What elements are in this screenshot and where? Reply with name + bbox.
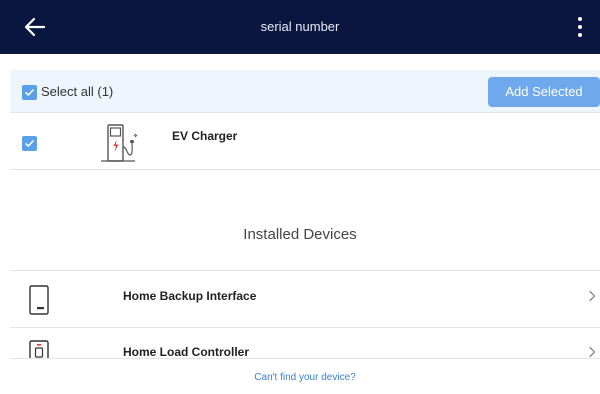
checkmark-icon: [25, 140, 34, 147]
device-name: EV Charger: [172, 129, 238, 143]
chevron-right-icon: [589, 346, 596, 358]
checkmark-icon: [25, 89, 34, 96]
spacer: [0, 54, 600, 70]
installed-device-name: Home Backup Interface: [123, 289, 257, 303]
backup-interface-icon: [29, 285, 49, 315]
ev-charger-icon: [101, 124, 138, 162]
add-selected-button[interactable]: Add Selected: [488, 77, 600, 107]
page-title: serial number: [260, 19, 340, 34]
select-all-bar: Select all (1) Add Selected: [10, 70, 600, 113]
select-all-label[interactable]: Select all (1): [41, 70, 113, 113]
section-title: Installed Devices: [243, 226, 357, 243]
footer: Can't find your device?: [10, 358, 600, 394]
installed-item-backup-interface[interactable]: Home Backup Interface: [10, 270, 600, 327]
list-item[interactable]: EV Charger: [10, 113, 600, 170]
app-bar: serial number: [0, 0, 600, 54]
chevron-right-icon: [589, 290, 596, 302]
installed-device-name: Home Load Controller: [123, 345, 250, 359]
select-all-checkbox[interactable]: [22, 85, 37, 100]
device-checkbox[interactable]: [22, 136, 37, 151]
cant-find-device-link[interactable]: Can't find your device?: [10, 359, 600, 394]
more-vertical-icon[interactable]: [574, 14, 586, 40]
